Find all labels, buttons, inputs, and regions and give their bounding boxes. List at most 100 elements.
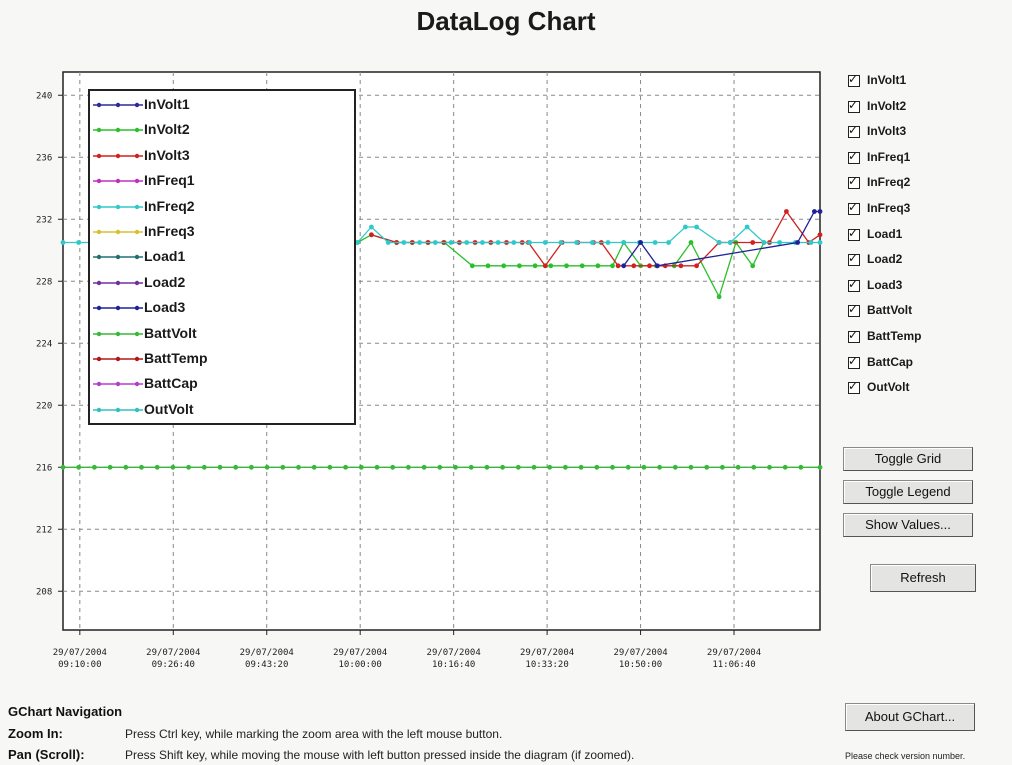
data-point xyxy=(694,263,699,269)
data-point xyxy=(678,263,684,269)
check-mark-icon: ✓ xyxy=(848,123,859,138)
data-point xyxy=(453,464,458,470)
legend-line-icon xyxy=(93,356,143,362)
checkbox[interactable]: ✓ xyxy=(848,277,860,292)
legend-item: InVolt2 xyxy=(90,118,354,144)
navigation-title: GChart Navigation xyxy=(8,704,123,719)
check-mark-icon: ✓ xyxy=(848,328,859,342)
legend-label: InVolt2 xyxy=(144,121,190,138)
legend-label: InFreq1 xyxy=(144,172,195,189)
checkbox[interactable]: ✓ xyxy=(848,328,860,343)
data-point xyxy=(385,240,391,245)
refresh-button[interactable]: Refresh xyxy=(870,564,976,592)
data-point xyxy=(812,209,817,214)
series-toggle-battcap[interactable]: ✓ BattCap xyxy=(846,354,1006,372)
legend-label: Load3 xyxy=(144,299,186,316)
data-point xyxy=(201,464,207,470)
series-toggle-infreq2[interactable]: ✓ InFreq2 xyxy=(846,174,1006,192)
series-toggle-infreq1[interactable]: ✓ InFreq1 xyxy=(846,149,1006,167)
data-point xyxy=(501,263,507,269)
legend-item: BattCap xyxy=(90,372,354,398)
data-point xyxy=(484,464,490,470)
series-toggle-label: InVolt1 xyxy=(867,73,907,87)
checkbox[interactable]: ✓ xyxy=(848,200,860,215)
toggle-legend-button[interactable]: Toggle Legend xyxy=(843,480,973,504)
chart-legend: InVolt1 InVolt2 InVolt3 InFreq1 InFreq2 InFre… xyxy=(88,89,356,425)
series-toggle-involt3[interactable]: ✓ InVolt3 xyxy=(846,123,1006,141)
checkbox[interactable]: ✓ xyxy=(848,123,860,139)
data-point xyxy=(655,263,660,269)
series-toggle-load3[interactable]: ✓ Load3 xyxy=(846,277,1006,295)
data-point xyxy=(657,464,662,470)
data-point xyxy=(751,464,757,470)
show-values-button[interactable]: Show Values... xyxy=(843,513,973,537)
data-point xyxy=(817,240,823,245)
legend-line-icon xyxy=(93,153,143,158)
legend-label: InFreq3 xyxy=(144,223,195,239)
data-point xyxy=(777,240,782,245)
toggle-grid-button[interactable]: Toggle Grid xyxy=(843,447,973,471)
series-toggle-load1[interactable]: ✓ Load1 xyxy=(846,226,1006,244)
legend-label: InFreq2 xyxy=(144,197,195,214)
data-point xyxy=(574,240,579,245)
legend-item: Load3 xyxy=(90,296,354,322)
legend-label: InVolt3 xyxy=(144,146,190,163)
data-point xyxy=(817,232,823,238)
series-toggle-label: Load2 xyxy=(867,252,903,267)
legend-line-icon xyxy=(93,229,143,235)
checkbox[interactable]: ✓ xyxy=(848,379,860,395)
legend-item: OutVolt xyxy=(90,398,354,424)
legend-line-icon xyxy=(93,305,143,311)
data-point xyxy=(595,263,601,269)
data-point xyxy=(186,464,192,470)
series-toggle-involt1[interactable]: ✓ InVolt1 xyxy=(846,72,1006,90)
data-point xyxy=(264,464,270,470)
data-point xyxy=(406,464,411,470)
x-axis: 29/07/2004 09:10:00 29/07/2004 09:26:40 29/0… xyxy=(53,630,761,670)
legend-line-icon xyxy=(93,102,143,108)
checkbox[interactable]: ✓ xyxy=(848,353,860,369)
about-button[interactable]: About GChart... xyxy=(845,703,975,731)
legend-item: InVolt1 xyxy=(90,93,354,119)
series-toggle-involt2[interactable]: ✓ InVolt2 xyxy=(846,98,1006,116)
series-toggle-battvolt[interactable]: ✓ BattVolt xyxy=(846,302,1006,320)
series-toggle-outvolt[interactable]: ✓ OutVolt xyxy=(846,379,1006,397)
series-toggle-load2[interactable]: ✓ Load2 xyxy=(846,251,1006,269)
checkbox[interactable]: ✓ xyxy=(848,302,860,318)
checkbox[interactable]: ✓ xyxy=(848,98,860,113)
x-tick-time: 10:00:00 xyxy=(339,660,382,670)
y-tick-label: 228 xyxy=(36,277,52,287)
data-point xyxy=(60,464,66,470)
checkbox[interactable]: ✓ xyxy=(848,251,860,267)
check-mark-icon: ✓ xyxy=(848,353,859,368)
legend-label: BattTemp xyxy=(144,350,208,366)
data-point xyxy=(468,464,474,470)
data-point xyxy=(563,464,568,470)
y-tick-label: 208 xyxy=(36,587,52,597)
legend-label: BattCap xyxy=(144,375,198,392)
data-point xyxy=(469,263,475,269)
data-point xyxy=(735,464,741,470)
data-point xyxy=(421,464,427,470)
legend-item: BattTemp xyxy=(90,347,354,373)
data-point xyxy=(808,240,814,245)
data-point xyxy=(594,464,600,470)
data-point xyxy=(621,240,627,245)
data-point xyxy=(60,240,66,245)
checkbox[interactable]: ✓ xyxy=(848,72,860,87)
legend-item: InFreq2 xyxy=(90,195,354,221)
checkbox[interactable]: ✓ xyxy=(848,149,860,164)
checkbox[interactable]: ✓ xyxy=(848,226,860,241)
checkbox[interactable]: ✓ xyxy=(848,174,860,190)
series-toggle-infreq3[interactable]: ✓ InFreq3 xyxy=(846,200,1006,218)
data-point xyxy=(233,464,239,470)
data-point xyxy=(369,224,374,230)
legend-item: Load2 xyxy=(90,271,354,297)
data-point xyxy=(296,464,301,470)
version-note: Please check version number. xyxy=(845,751,966,761)
data-point xyxy=(704,464,710,470)
data-point xyxy=(532,263,538,269)
series-toggle-batttemp[interactable]: ✓ BattTemp xyxy=(846,328,1006,346)
x-tick-date: 29/07/2004 xyxy=(240,648,294,658)
data-point xyxy=(517,263,522,269)
